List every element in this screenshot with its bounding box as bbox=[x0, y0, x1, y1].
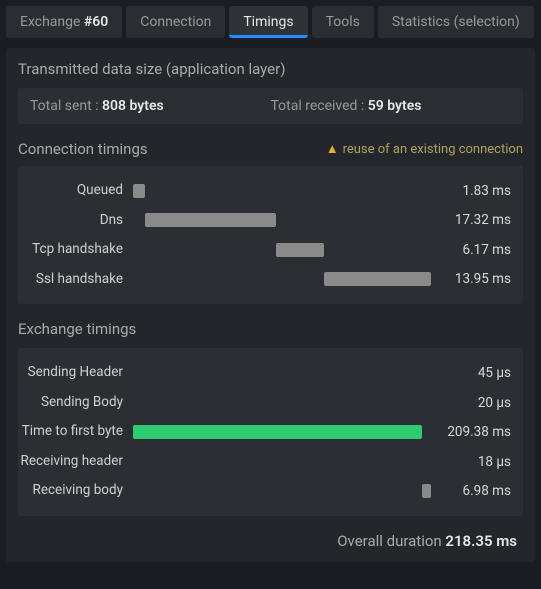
timing-value: 20 µs bbox=[431, 395, 511, 411]
total-received: Total received : 59 bytes bbox=[271, 98, 512, 114]
connection-timings-header: Connection timings ▲ reuse of an existin… bbox=[18, 140, 523, 158]
timing-value: 18 µs bbox=[431, 454, 511, 470]
timing-row: Dns 17.32 ms bbox=[18, 206, 511, 236]
timing-bar-area bbox=[133, 366, 431, 380]
timings-panel: Transmitted data size (application layer… bbox=[6, 48, 535, 562]
overall-duration: Overall duration 218.35 ms bbox=[18, 532, 523, 550]
timing-bar-area bbox=[133, 243, 431, 257]
timing-bar-area bbox=[133, 455, 431, 469]
exchange-timings-block: Sending Header 45 µs Sending Body 20 µs Time… bbox=[18, 348, 523, 516]
timing-bar-area bbox=[133, 184, 431, 198]
timing-row: Tcp handshake 6.17 ms bbox=[18, 235, 511, 265]
totals-box: Total sent : 808 bytes Total received : … bbox=[18, 88, 523, 124]
timing-label: Receiving header bbox=[18, 453, 133, 471]
timing-value: 13.95 ms bbox=[431, 271, 511, 287]
timing-label: Dns bbox=[18, 212, 133, 230]
exchange-timings-title: Exchange timings bbox=[18, 320, 523, 338]
warning-icon: ▲ bbox=[326, 141, 339, 157]
timing-label: Ssl handshake bbox=[18, 271, 133, 289]
tab-tools[interactable]: Tools bbox=[312, 6, 374, 38]
timing-label: Sending Header bbox=[18, 364, 133, 382]
timing-row: Sending Body 20 µs bbox=[18, 388, 511, 418]
connection-timings-title: Connection timings bbox=[18, 140, 148, 158]
timing-value: 209.38 ms bbox=[431, 424, 511, 440]
timing-row: Time to first byte 209.38 ms bbox=[18, 417, 511, 447]
timing-bar-area bbox=[133, 213, 431, 227]
timing-bar bbox=[276, 243, 324, 257]
timing-value: 17.32 ms bbox=[431, 212, 511, 228]
timing-row: Receiving header 18 µs bbox=[18, 447, 511, 477]
timing-value: 6.17 ms bbox=[431, 242, 511, 258]
timing-row: Receiving body 6.98 ms bbox=[18, 476, 511, 506]
timing-bar-area bbox=[133, 484, 431, 498]
timing-value: 1.83 ms bbox=[431, 183, 511, 199]
timing-value: 6.98 ms bbox=[431, 483, 511, 499]
timing-row: Queued 1.83 ms bbox=[18, 176, 511, 206]
timing-row: Ssl handshake 13.95 ms bbox=[18, 265, 511, 295]
tab-exchange[interactable]: Exchange #60 bbox=[6, 6, 122, 38]
timing-label: Tcp handshake bbox=[18, 241, 133, 259]
tab-statistics[interactable]: Statistics (selection) bbox=[378, 6, 534, 38]
timing-label: Queued bbox=[18, 182, 133, 200]
tab-bar: Exchange #60 Connection Timings Tools St… bbox=[6, 6, 535, 38]
timing-bar bbox=[145, 213, 276, 227]
reuse-warning: ▲ reuse of an existing connection bbox=[326, 141, 523, 157]
timing-label: Receiving body bbox=[18, 482, 133, 500]
transmitted-title: Transmitted data size (application layer… bbox=[18, 60, 523, 78]
tab-connection[interactable]: Connection bbox=[126, 6, 225, 38]
timing-bar bbox=[422, 484, 431, 498]
timing-label: Sending Body bbox=[18, 394, 133, 412]
timing-row: Sending Header 45 µs bbox=[18, 358, 511, 388]
tab-timings[interactable]: Timings bbox=[229, 6, 307, 38]
timing-bar bbox=[133, 184, 145, 198]
timing-bar-area bbox=[133, 272, 431, 286]
timing-bar-area bbox=[133, 425, 431, 439]
timing-label: Time to first byte bbox=[18, 423, 133, 441]
total-sent: Total sent : 808 bytes bbox=[30, 98, 271, 114]
timing-bar-area bbox=[133, 396, 431, 410]
timing-bar bbox=[133, 425, 422, 439]
timing-bar bbox=[324, 272, 431, 286]
timing-value: 45 µs bbox=[431, 365, 511, 381]
connection-timings-block: Queued 1.83 ms Dns 17.32 ms Tcp handshake 6.1… bbox=[18, 166, 523, 304]
